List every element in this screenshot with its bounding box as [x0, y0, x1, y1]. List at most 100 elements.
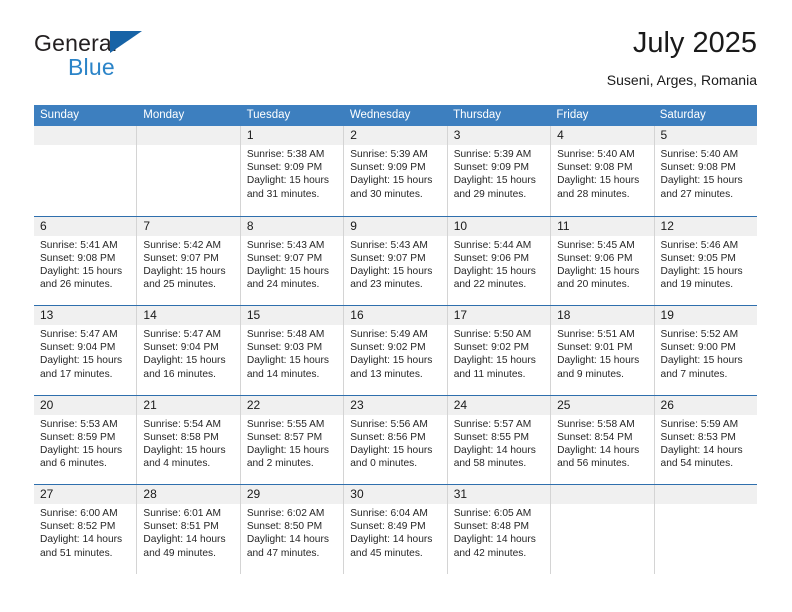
- calendar-day-cell[interactable]: 21 Sunrise: 5:54 AM Sunset: 8:58 PM Dayligh…: [136, 395, 240, 484]
- calendar-day-cell[interactable]: 25 Sunrise: 5:58 AM Sunset: 8:54 PM Dayligh…: [550, 395, 654, 484]
- calendar-day-cell[interactable]: 19 Sunrise: 5:52 AM Sunset: 9:00 PM Dayligh…: [653, 306, 757, 395]
- sunrise-text: Sunrise: 6:01 AM: [143, 508, 222, 519]
- daylight-text-line1: Daylight: 14 hours: [453, 534, 536, 546]
- daylight-text-line2: and 14 minutes.: [246, 368, 320, 380]
- calendar-day-cell[interactable]: 13 Sunrise: 5:47 AM Sunset: 9:04 PM Dayligh…: [34, 306, 137, 395]
- calendar-day-cell[interactable]: 10 Sunrise: 5:44 AM Sunset: 9:06 PM Dayligh…: [446, 216, 551, 305]
- daylight-text-line1: Daylight: 15 hours: [246, 175, 329, 187]
- sunrise-text: Sunrise: 5:47 AM: [143, 329, 222, 340]
- daylight-text-line2: and 7 minutes.: [660, 368, 728, 380]
- daylight-text-line1: Daylight: 15 hours: [350, 355, 433, 367]
- calendar-day-cell[interactable]: 27 Sunrise: 6:00 AM Sunset: 8:52 PM Dayligh…: [34, 485, 137, 574]
- sunset-text: Sunset: 8:55 PM: [453, 431, 530, 443]
- sunset-text: Sunset: 8:52 PM: [40, 521, 116, 533]
- calendar-day-cell[interactable]: 2 Sunrise: 5:39 AM Sunset: 9:09 PM Daylight…: [343, 126, 447, 216]
- sunrise-text: Sunrise: 5:58 AM: [557, 418, 635, 430]
- day-number: 29: [240, 485, 344, 504]
- sunrise-text: Sunrise: 5:39 AM: [453, 149, 532, 160]
- day-number: 21: [137, 395, 240, 415]
- page-title: July 2025: [632, 27, 757, 59]
- calendar-day-cell[interactable]: 7 Sunrise: 5:42 AM Sunset: 9:07 PM Daylight…: [136, 216, 240, 305]
- sunrise-text: Sunrise: 5:43 AM: [246, 239, 325, 251]
- daylight-text-line2: and 4 minutes.: [143, 458, 211, 470]
- calendar-day-cell[interactable]: 29 Sunrise: 6:02 AM Sunset: 8:50 PM Dayligh…: [239, 485, 344, 574]
- calendar-week-row: 27 Sunrise: 6:00 AM Sunset: 8:52 PM Dayligh…: [34, 484, 757, 574]
- day-number: 12: [654, 216, 757, 236]
- daylight-text-line1: Daylight: 15 hours: [40, 444, 123, 456]
- day-sun-info: Sunrise: 5:46 AM Sunset: 9:05 PM Daylight:…: [655, 236, 757, 292]
- day-number: 26: [654, 395, 757, 415]
- calendar-day-cell[interactable]: 15 Sunrise: 5:48 AM Sunset: 9:03 PM Dayligh…: [239, 306, 344, 395]
- day-sun-info: Sunrise: 5:50 AM Sunset: 9:02 PM Daylight:…: [448, 325, 550, 381]
- daylight-text-line1: Daylight: 15 hours: [453, 175, 536, 187]
- calendar-week-row: 6 Sunrise: 5:41 AM Sunset: 9:08 PM Daylight…: [34, 215, 757, 306]
- calendar-day-cell[interactable]: 22 Sunrise: 5:55 AM Sunset: 8:57 PM Dayligh…: [239, 395, 344, 484]
- calendar-day-cell[interactable]: 23 Sunrise: 5:56 AM Sunset: 8:56 PM Dayligh…: [343, 395, 447, 484]
- calendar-day-cell[interactable]: 3 Sunrise: 5:39 AM Sunset: 9:09 PM Daylight…: [446, 126, 551, 216]
- calendar-day-cell[interactable]: 28 Sunrise: 6:01 AM Sunset: 8:51 PM Dayligh…: [136, 485, 240, 574]
- daylight-text-line2: and 26 minutes.: [40, 279, 113, 291]
- sunrise-text: Sunrise: 5:51 AM: [557, 329, 635, 340]
- sunrise-text: Sunrise: 5:50 AM: [453, 329, 532, 340]
- calendar-day-cell[interactable]: 14 Sunrise: 5:47 AM Sunset: 9:04 PM Dayligh…: [136, 306, 240, 395]
- calendar-day-cell[interactable]: 5 Sunrise: 5:40 AM Sunset: 9:08 PM Daylight…: [653, 126, 757, 216]
- day-sun-info: Sunrise: 5:47 AM Sunset: 9:04 PM Daylight:…: [34, 325, 136, 381]
- sunrise-text: Sunrise: 5:54 AM: [143, 418, 222, 430]
- general-blue-logo[interactable]: General Blue: [34, 30, 154, 86]
- calendar-day-cell[interactable]: 17 Sunrise: 5:50 AM Sunset: 9:02 PM Dayligh…: [446, 306, 551, 395]
- sunrise-text: Sunrise: 5:55 AM: [246, 418, 325, 430]
- calendar-day-cell-empty: [34, 126, 137, 216]
- calendar-day-cell[interactable]: 11 Sunrise: 5:45 AM Sunset: 9:06 PM Dayligh…: [550, 216, 654, 305]
- sunrise-text: Sunrise: 5:57 AM: [453, 418, 532, 430]
- day-number: 24: [447, 395, 551, 415]
- day-sun-info: Sunrise: 5:40 AM Sunset: 9:08 PM Daylight:…: [551, 145, 653, 201]
- daylight-text-line2: and 42 minutes.: [453, 547, 527, 559]
- sunset-text: Sunset: 9:02 PM: [453, 342, 530, 354]
- calendar-day-cell[interactable]: 16 Sunrise: 5:49 AM Sunset: 9:02 PM Dayligh…: [343, 306, 447, 395]
- day-sun-info: Sunrise: 5:44 AM Sunset: 9:06 PM Daylight:…: [448, 236, 550, 292]
- sunset-text: Sunset: 8:49 PM: [350, 521, 426, 533]
- calendar-day-cell[interactable]: 31 Sunrise: 6:05 AM Sunset: 8:48 PM Dayligh…: [446, 485, 551, 574]
- sunset-text: Sunset: 8:53 PM: [660, 431, 736, 443]
- daylight-text-line2: and 6 minutes.: [40, 458, 107, 470]
- sunrise-text: Sunrise: 5:45 AM: [557, 239, 635, 251]
- calendar-day-cell[interactable]: 30 Sunrise: 6:04 AM Sunset: 8:49 PM Dayligh…: [343, 485, 447, 574]
- day-number: 2: [344, 126, 447, 145]
- daylight-text-line2: and 47 minutes.: [246, 547, 320, 559]
- calendar-day-cell[interactable]: 26 Sunrise: 5:59 AM Sunset: 8:53 PM Dayligh…: [653, 395, 757, 484]
- day-sun-info: Sunrise: 5:53 AM Sunset: 8:59 PM Daylight:…: [34, 415, 136, 471]
- calendar-day-cell[interactable]: 4 Sunrise: 5:40 AM Sunset: 9:08 PM Daylight…: [550, 126, 654, 216]
- day-number: 22: [240, 395, 344, 415]
- calendar-grid: Sunday Monday Tuesday Wednesday Thursday…: [34, 105, 757, 574]
- sunrise-text: Sunrise: 6:00 AM: [40, 508, 118, 519]
- daylight-text-line1: Daylight: 15 hours: [246, 444, 329, 456]
- calendar-day-cell[interactable]: 8 Sunrise: 5:43 AM Sunset: 9:07 PM Daylight…: [239, 216, 344, 305]
- day-sun-info: Sunrise: 5:38 AM Sunset: 9:09 PM Daylight:…: [241, 145, 343, 201]
- calendar-day-cell[interactable]: 9 Sunrise: 5:43 AM Sunset: 9:07 PM Daylight…: [343, 216, 447, 305]
- day-sun-info: Sunrise: 6:05 AM Sunset: 8:48 PM Daylight:…: [448, 504, 550, 560]
- daylight-text-line1: Daylight: 15 hours: [557, 175, 640, 187]
- sunset-text: Sunset: 9:08 PM: [557, 162, 633, 174]
- daylight-text-line1: Daylight: 15 hours: [143, 444, 226, 456]
- calendar-day-cell[interactable]: 6 Sunrise: 5:41 AM Sunset: 9:08 PM Daylight…: [34, 216, 137, 306]
- sunrise-text: Sunrise: 5:38 AM: [246, 149, 325, 160]
- daylight-text-line1: Daylight: 15 hours: [453, 265, 536, 277]
- calendar-day-cell[interactable]: 12 Sunrise: 5:46 AM Sunset: 9:05 PM Dayligh…: [653, 216, 757, 305]
- day-number: 4: [551, 126, 654, 145]
- day-sun-info: Sunrise: 6:02 AM Sunset: 8:50 PM Daylight:…: [241, 504, 343, 560]
- sunrise-text: Sunrise: 5:53 AM: [40, 418, 118, 430]
- sunset-text: Sunset: 9:03 PM: [246, 342, 323, 354]
- sunset-text: Sunset: 8:50 PM: [246, 521, 323, 533]
- calendar-day-cell[interactable]: 18 Sunrise: 5:51 AM Sunset: 9:01 PM Dayligh…: [550, 306, 654, 395]
- weekday-header-thursday: Thursday: [453, 109, 502, 121]
- calendar-day-cell[interactable]: 1 Sunrise: 5:38 AM Sunset: 9:09 PM Daylight…: [239, 126, 344, 216]
- calendar-day-cell[interactable]: 24 Sunrise: 5:57 AM Sunset: 8:55 PM Dayligh…: [446, 395, 551, 484]
- sunset-text: Sunset: 8:48 PM: [453, 521, 530, 533]
- sunrise-text: Sunrise: 6:02 AM: [246, 508, 325, 519]
- calendar-page: General Blue July 2025 Suseni, Arges, Ro…: [0, 0, 792, 612]
- daylight-text-line2: and 2 minutes.: [246, 458, 314, 470]
- daylight-text-line2: and 22 minutes.: [453, 279, 527, 291]
- sunset-text: Sunset: 8:51 PM: [143, 521, 219, 533]
- sunrise-text: Sunrise: 5:52 AM: [660, 329, 739, 340]
- calendar-day-cell[interactable]: 20 Sunrise: 5:53 AM Sunset: 8:59 PM Dayligh…: [34, 395, 137, 485]
